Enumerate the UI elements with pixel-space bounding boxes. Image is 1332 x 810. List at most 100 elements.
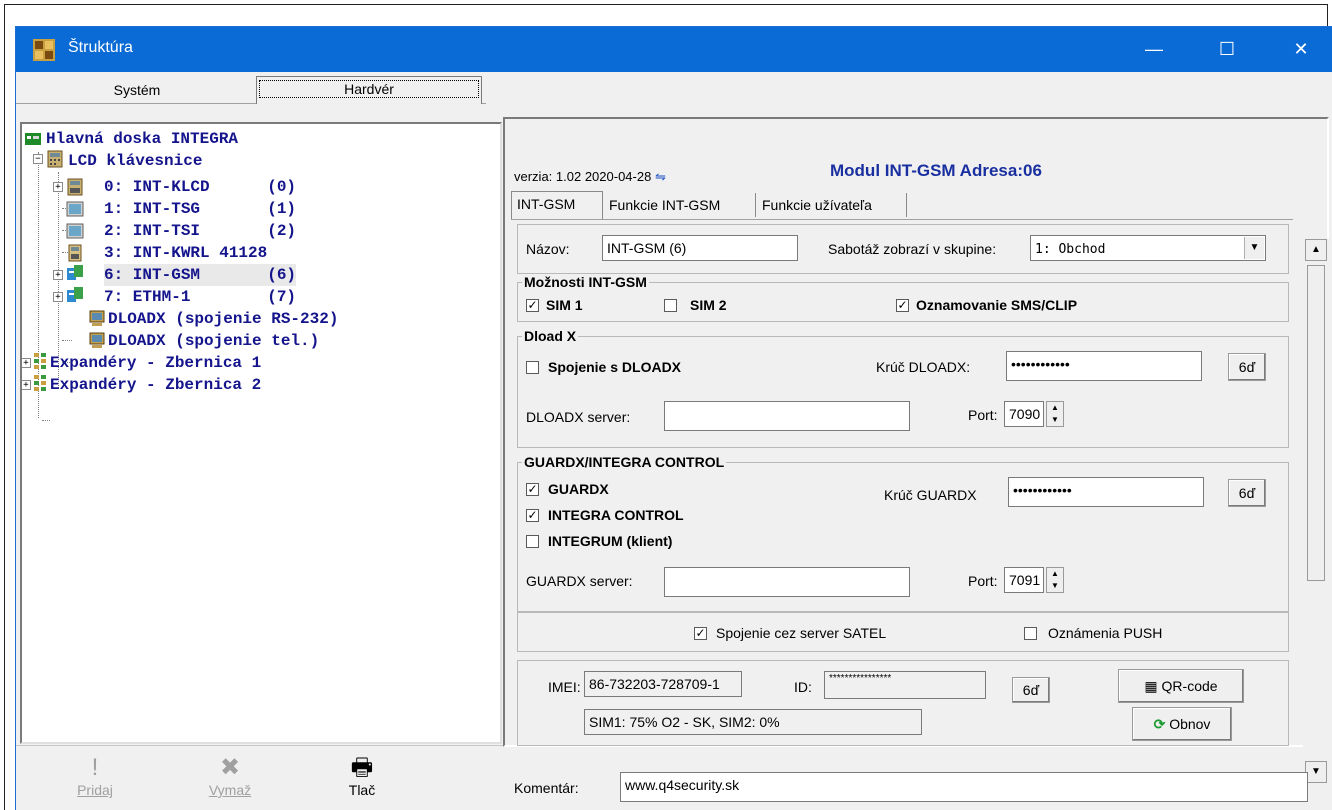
collapse-icon[interactable]: − bbox=[33, 154, 43, 164]
tree-dloadx-tel[interactable]: DLOADX (spojenie tel.) bbox=[108, 330, 319, 352]
dloadx-server-label: DLOADX server: bbox=[526, 409, 631, 425]
dloadx-port-label: Port: bbox=[968, 407, 998, 423]
refresh-icon: ⟳ bbox=[1153, 716, 1166, 732]
delete-label: Vymaž bbox=[208, 782, 252, 798]
imei-field: 86-732203-728709-1 bbox=[584, 671, 742, 697]
tree-item[interactable]: 7: ETHM-1 (7) bbox=[104, 286, 296, 308]
dloadx-port-input[interactable]: 7090 bbox=[1004, 401, 1044, 427]
guardx-port-spinner[interactable]: ▲ ▼ bbox=[1046, 567, 1064, 593]
computer-icon bbox=[89, 332, 105, 348]
tab-system[interactable]: Systém bbox=[22, 78, 252, 104]
sim2-checkbox[interactable] bbox=[664, 299, 677, 312]
print-button[interactable]: 🖶 Tlač bbox=[308, 754, 416, 810]
qr-code-label: QR-code bbox=[1161, 678, 1218, 694]
dloadx-key-input[interactable]: •••••••••••• bbox=[1006, 351, 1202, 381]
guardx-key-generate-button[interactable]: 6ď bbox=[1228, 479, 1266, 507]
imei-group: IMEI: 86-732203-728709-1 ID: ***********… bbox=[517, 660, 1289, 746]
guardx-port-label: Port: bbox=[968, 573, 998, 589]
left-tabs: Systém Hardvér bbox=[16, 72, 486, 104]
integra-control-checkbox[interactable]: ✓ bbox=[526, 509, 539, 522]
tree-item-selected[interactable]: 6: INT-GSM (6) bbox=[104, 264, 297, 286]
integrum-checkbox[interactable] bbox=[526, 535, 539, 548]
dloadx-port-spinner[interactable]: ▲ ▼ bbox=[1046, 401, 1064, 427]
guardx-key-input[interactable]: •••••••••••• bbox=[1008, 477, 1204, 507]
dloadx-key-generate-button[interactable]: 6ď bbox=[1228, 353, 1266, 381]
integra-control-label: INTEGRA CONTROL bbox=[548, 507, 684, 523]
scroll-thumb[interactable] bbox=[1307, 265, 1325, 581]
guardx-server-input[interactable] bbox=[664, 567, 910, 597]
tree-item[interactable]: 3: INT-KWRL 41128 bbox=[104, 242, 267, 264]
delete-button[interactable]: ✖ Vymaž bbox=[176, 754, 284, 810]
comment-row: Komentár: www.q4security.sk bbox=[490, 752, 1317, 802]
guardx-port-input[interactable]: 7091 bbox=[1004, 567, 1044, 593]
qr-code-button[interactable]: ▦ QR-code bbox=[1118, 669, 1244, 703]
close-button[interactable]: ✕ bbox=[1278, 27, 1324, 72]
tree-root[interactable]: Hlavná doska INTEGRA bbox=[46, 128, 238, 150]
name-input[interactable]: INT-GSM (6) bbox=[602, 235, 798, 261]
tab-user-functions[interactable]: Funkcie užívateľa bbox=[757, 193, 907, 217]
satel-server-checkbox[interactable]: ✓ bbox=[694, 627, 707, 640]
tab-int-gsm-functions[interactable]: Funkcie INT-GSM bbox=[604, 193, 756, 217]
tab-content: Názov: INT-GSM (6) Sabotáž zobrazí v sku… bbox=[511, 219, 1293, 747]
sim-status-field: SIM1: 75% O2 - SK, SIM2: 0% bbox=[584, 709, 922, 735]
dloadx-server-input[interactable] bbox=[664, 401, 910, 431]
gsm-module-icon bbox=[67, 265, 83, 280]
tab-hardware[interactable]: Hardvér bbox=[256, 76, 482, 104]
scroll-up-icon[interactable]: ▲ bbox=[1305, 239, 1327, 261]
refresh-version-icon[interactable]: ⇋ bbox=[655, 169, 666, 184]
add-button[interactable]: ! Pridaj bbox=[41, 754, 149, 810]
sim2-label: SIM 2 bbox=[690, 297, 727, 313]
tab-hardware-label: Hardvér bbox=[259, 80, 479, 98]
tree-actions: ! Pridaj ✖ Vymaž 🖶 Tlač bbox=[16, 745, 506, 810]
tree-expanders-bus2[interactable]: Expandéry - Zbernica 2 bbox=[50, 374, 261, 396]
expand-icon[interactable]: + bbox=[53, 270, 63, 280]
options-title: Možnosti INT-GSM bbox=[522, 274, 649, 290]
printer-icon: 🖶 bbox=[350, 754, 374, 781]
chevron-down-icon[interactable]: ▼ bbox=[1244, 237, 1264, 259]
tree-expanders-bus1[interactable]: Expandéry - Zbernica 1 bbox=[50, 352, 261, 374]
guardx-key-label: Krúč GUARDX bbox=[884, 487, 977, 503]
structure-window: Štruktúra — ☐ ✕ Systém Hardvér Hlavná do… bbox=[15, 26, 1332, 810]
keypad-icon bbox=[67, 178, 83, 196]
name-group: Názov: INT-GSM (6) Sabotáž zobrazí v sku… bbox=[517, 224, 1289, 274]
satel-server-label: Spojenie cez server SATEL bbox=[716, 625, 887, 641]
tree-item[interactable]: 1: INT-TSG (1) bbox=[104, 198, 296, 220]
sms-clip-checkbox[interactable]: ✓ bbox=[896, 299, 909, 312]
options-group: Možnosti INT-GSM ✓ SIM 1 SIM 2 ✓ Oznamov… bbox=[517, 274, 1289, 322]
maximize-button[interactable]: ☐ bbox=[1204, 27, 1250, 72]
expand-icon[interactable]: + bbox=[22, 358, 31, 368]
expand-icon[interactable]: + bbox=[53, 292, 63, 302]
guardx-title: GUARDX/INTEGRA CONTROL bbox=[522, 454, 727, 470]
tree-item[interactable]: 0: INT-KLCD (0) bbox=[104, 176, 296, 198]
tree-line bbox=[42, 420, 50, 421]
dloadx-connection-label: Spojenie s DLOADX bbox=[548, 359, 682, 375]
sim1-checkbox[interactable]: ✓ bbox=[526, 299, 539, 312]
minimize-button[interactable]: — bbox=[1131, 27, 1177, 72]
tree-lcd-group[interactable]: LCD klávesnice bbox=[68, 150, 202, 172]
wireless-keypad-icon bbox=[68, 244, 82, 262]
guardx-checkbox[interactable]: ✓ bbox=[526, 483, 539, 496]
integrum-label: INTEGRUM (klient) bbox=[548, 533, 673, 549]
delete-icon: ✖ bbox=[219, 754, 241, 781]
tamper-label: Sabotáž zobrazí v skupine: bbox=[828, 241, 997, 257]
comment-input[interactable]: www.q4security.sk bbox=[620, 772, 1308, 802]
refresh-button[interactable]: ⟳ Obnov bbox=[1132, 707, 1232, 741]
expand-icon[interactable]: + bbox=[53, 182, 63, 192]
add-icon: ! bbox=[91, 754, 99, 781]
add-label: Pridaj bbox=[77, 782, 113, 798]
push-label: Oznámenia PUSH bbox=[1048, 625, 1163, 641]
dloadx-connection-checkbox[interactable] bbox=[526, 361, 539, 374]
tree-dloadx-rs232[interactable]: DLOADX (spojenie RS-232) bbox=[108, 308, 338, 330]
id-generate-button[interactable]: 6ď bbox=[1012, 677, 1050, 703]
tamper-select[interactable]: 1: Obchod ▼ bbox=[1030, 235, 1266, 261]
tab-int-gsm[interactable]: INT-GSM bbox=[511, 191, 603, 219]
guardx-server-label: GUARDX server: bbox=[526, 573, 633, 589]
imei-label: IMEI: bbox=[548, 679, 581, 695]
push-checkbox[interactable] bbox=[1024, 627, 1037, 640]
tree-item[interactable]: 2: INT-TSI (2) bbox=[104, 220, 296, 242]
tamper-value: 1: Obchod bbox=[1035, 242, 1106, 257]
dloadx-key-label: Krúč DLOADX: bbox=[876, 359, 971, 375]
expand-icon[interactable]: + bbox=[22, 380, 31, 390]
expander-bus-icon bbox=[34, 375, 46, 391]
vertical-scrollbar[interactable]: ▲ ▼ bbox=[1303, 239, 1329, 791]
